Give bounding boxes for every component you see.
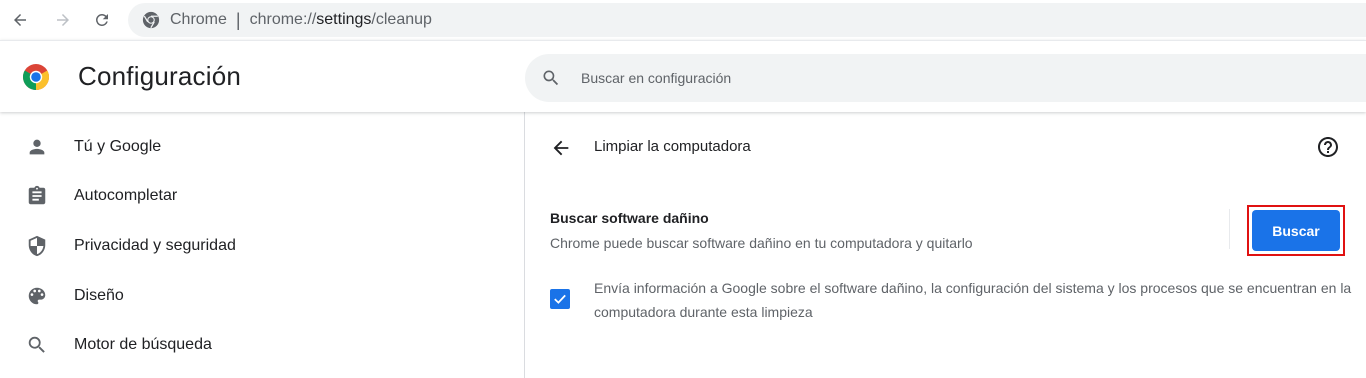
back-arrow-icon[interactable]: [6, 6, 34, 34]
search-icon: [541, 68, 561, 88]
chrome-logo-icon: [22, 63, 50, 91]
address-bar[interactable]: Chrome | chrome://settings/cleanup: [128, 3, 1366, 37]
page-title: Configuración: [78, 61, 242, 91]
scan-description: Chrome puede buscar software dañino en t…: [550, 235, 973, 251]
url-path: /cleanup: [371, 11, 432, 28]
sidebar-item-label: Autocompletar: [74, 187, 178, 204]
reload-icon[interactable]: [88, 6, 116, 34]
sidebar-item-label: Tú y Google: [74, 138, 162, 155]
sidebar-item-autofill[interactable]: Autocompletar: [0, 176, 524, 216]
palette-icon: [26, 285, 48, 307]
report-checkbox-label: Envía información a Google sobre el soft…: [594, 280, 1352, 320]
sidebar: Tú y Google Autocompletar Privacidad y s…: [0, 112, 524, 378]
back-arrow-icon[interactable]: [547, 134, 575, 162]
scan-button[interactable]: Buscar: [1252, 210, 1340, 251]
sidebar-item-label: Motor de búsqueda: [74, 336, 212, 353]
checkmark-icon: [554, 294, 566, 304]
help-icon[interactable]: [1315, 134, 1341, 160]
browser-toolbar: Chrome | chrome://settings/cleanup: [0, 0, 1366, 40]
sidebar-item-search-engine[interactable]: Motor de búsqueda: [0, 325, 524, 365]
row-separator: [1229, 209, 1230, 249]
omnibox-separator: |: [235, 9, 241, 30]
subpage-title: Limpiar la computadora: [594, 138, 751, 155]
url-scheme: chrome://: [249, 11, 317, 28]
site-name: Chrome: [170, 11, 227, 28]
url-host: settings: [316, 11, 372, 28]
settings-header: Configuración: [0, 40, 1366, 112]
search-icon: [26, 334, 48, 356]
url-text: chrome://settings/cleanup: [250, 11, 432, 29]
sidebar-item-appearance[interactable]: Diseño: [0, 276, 524, 316]
sidebar-item-label: Privacidad y seguridad: [74, 237, 236, 254]
sidebar-item-you-and-google[interactable]: Tú y Google: [0, 127, 524, 167]
cleanup-panel: Limpiar la computadora Buscar software d…: [525, 112, 1366, 378]
forward-arrow-icon[interactable]: [49, 6, 77, 34]
scan-title: Buscar software dañino: [550, 210, 709, 226]
settings-search[interactable]: [525, 54, 1366, 102]
shield-icon: [26, 235, 48, 257]
clipboard-icon: [26, 185, 48, 207]
sidebar-item-privacy[interactable]: Privacidad y seguridad: [0, 226, 524, 266]
person-icon: [26, 136, 48, 158]
report-checkbox[interactable]: [550, 289, 570, 309]
chrome-site-icon: [142, 11, 160, 29]
search-input[interactable]: [581, 70, 1181, 86]
sidebar-item-label: Diseño: [74, 287, 124, 304]
